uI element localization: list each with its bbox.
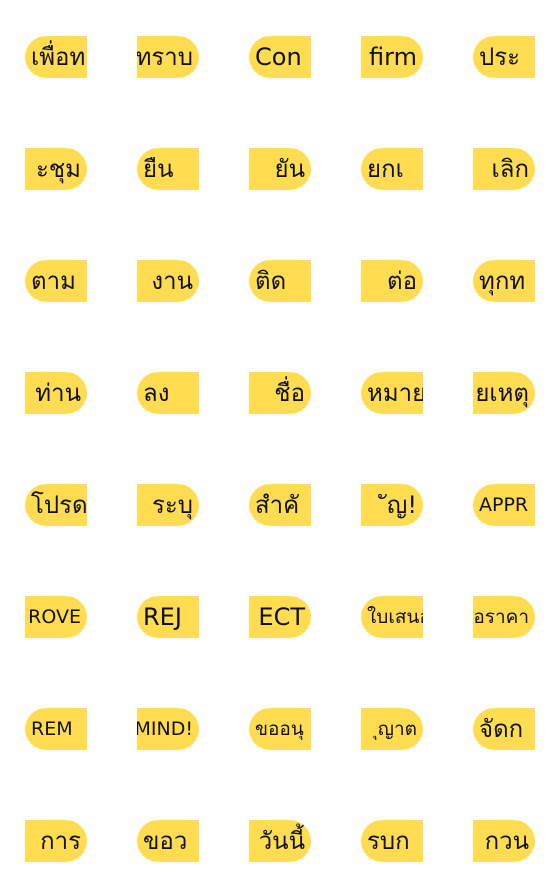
sticker-text: APPR <box>479 493 529 516</box>
sticker-right-half[interactable]: firm <box>361 36 423 78</box>
sticker-left-half[interactable]: ขออนุ <box>249 708 311 750</box>
sticker-left-half[interactable]: ลง <box>137 372 199 414</box>
sticker-left-half[interactable]: จัดก <box>473 708 535 750</box>
sticker-text: ใบเสนอ <box>367 605 423 628</box>
sticker-right-half[interactable]: ยัน <box>249 148 311 190</box>
sticker-right-half[interactable]: ต่อ <box>361 260 423 302</box>
sticker-text: ัญ! <box>386 491 417 519</box>
sticker-text: ุญาต <box>377 717 417 740</box>
sticker-text: ยเหตุ <box>475 379 529 407</box>
sticker-text: งาน <box>151 267 193 295</box>
sticker-text: โปรด <box>31 491 87 519</box>
sticker-left-half[interactable]: หมาย <box>361 372 423 414</box>
sticker-right-half[interactable]: อราคา <box>473 596 535 638</box>
sticker-text: REJ <box>143 603 182 631</box>
sticker-text: เพื่อท <box>31 43 86 71</box>
sticker-left-half[interactable]: ยืน <box>137 148 199 190</box>
sticker-text: อราคา <box>473 605 529 628</box>
sticker-right-half[interactable]: ทราบ <box>137 36 199 78</box>
sticker-text: ECT <box>258 603 305 631</box>
sticker-text: จัดก <box>479 715 524 743</box>
sticker-text: รบก <box>367 827 410 855</box>
sticker-text: ท่าน <box>35 379 81 407</box>
sticker-text: ยืน <box>143 155 174 183</box>
sticker-right-half[interactable]: กวน <box>473 820 535 862</box>
sticker-right-half[interactable]: ระบุ <box>137 484 199 526</box>
sticker-text: ะชุม <box>36 155 81 183</box>
sticker-right-half[interactable]: วันนี้ <box>249 820 311 862</box>
sticker-left-half[interactable]: APPR <box>473 484 535 526</box>
sticker-right-half[interactable]: ยเหตุ <box>473 372 535 414</box>
sticker-right-half[interactable]: การ <box>25 820 87 862</box>
sticker-text: ยัน <box>274 155 305 183</box>
sticker-right-half[interactable]: ROVE <box>25 596 87 638</box>
sticker-text: กวน <box>484 827 529 855</box>
sticker-right-half[interactable]: ุญาต <box>361 708 423 750</box>
sticker-text: Con <box>255 43 302 71</box>
sticker-left-half[interactable]: เพื่อท <box>25 36 87 78</box>
sticker-right-half[interactable]: ะชุม <box>25 148 87 190</box>
sticker-right-half[interactable]: ัญ! <box>361 484 423 526</box>
sticker-text: ตาม <box>31 267 76 295</box>
sticker-text: เลิก <box>491 155 529 183</box>
sticker-right-half[interactable]: ECT <box>249 596 311 638</box>
sticker-text: การ <box>40 827 81 855</box>
sticker-left-half[interactable]: ประ <box>473 36 535 78</box>
sticker-text: ROVE <box>28 605 81 628</box>
sticker-left-half[interactable]: ขอว <box>137 820 199 862</box>
sticker-right-half[interactable]: งาน <box>137 260 199 302</box>
sticker-left-half[interactable]: สำคั <box>249 484 311 526</box>
sticker-text: สำคั <box>255 491 300 519</box>
sticker-text: วันนี้ <box>258 827 305 855</box>
sticker-left-half[interactable]: Con <box>249 36 311 78</box>
sticker-text: ติด <box>255 267 287 295</box>
sticker-left-half[interactable]: ยกเ <box>361 148 423 190</box>
sticker-right-half[interactable]: ท่าน <box>25 372 87 414</box>
sticker-left-half[interactable]: ติด <box>249 260 311 302</box>
sticker-text: ประ <box>479 43 521 71</box>
sticker-text: ลง <box>143 379 170 407</box>
sticker-text: ทราบ <box>137 43 193 71</box>
sticker-text: ขอว <box>143 827 188 855</box>
sticker-text: ต่อ <box>387 267 417 295</box>
sticker-right-half[interactable]: เลิก <box>473 148 535 190</box>
sticker-left-half[interactable]: โปรด <box>25 484 87 526</box>
sticker-text: ขออนุ <box>255 717 304 740</box>
sticker-text: firm <box>369 43 417 71</box>
sticker-text: ยกเ <box>367 155 404 183</box>
sticker-text: ชื่อ <box>274 379 305 407</box>
sticker-left-half[interactable]: ใบเสนอ <box>361 596 423 638</box>
sticker-left-half[interactable]: REJ <box>137 596 199 638</box>
sticker-left-half[interactable]: ตาม <box>25 260 87 302</box>
sticker-text: ทุกท <box>479 267 526 295</box>
sticker-text: หมาย <box>367 379 423 407</box>
sticker-right-half[interactable]: MIND! <box>137 708 199 750</box>
sticker-text: MIND! <box>137 717 193 740</box>
sticker-right-half[interactable]: ชื่อ <box>249 372 311 414</box>
sticker-left-half[interactable]: รบก <box>361 820 423 862</box>
sticker-left-half[interactable]: ทุกท <box>473 260 535 302</box>
sticker-text: ระบุ <box>151 491 193 519</box>
sticker-left-half[interactable]: REM <box>25 708 87 750</box>
sticker-text: REM <box>31 717 73 740</box>
